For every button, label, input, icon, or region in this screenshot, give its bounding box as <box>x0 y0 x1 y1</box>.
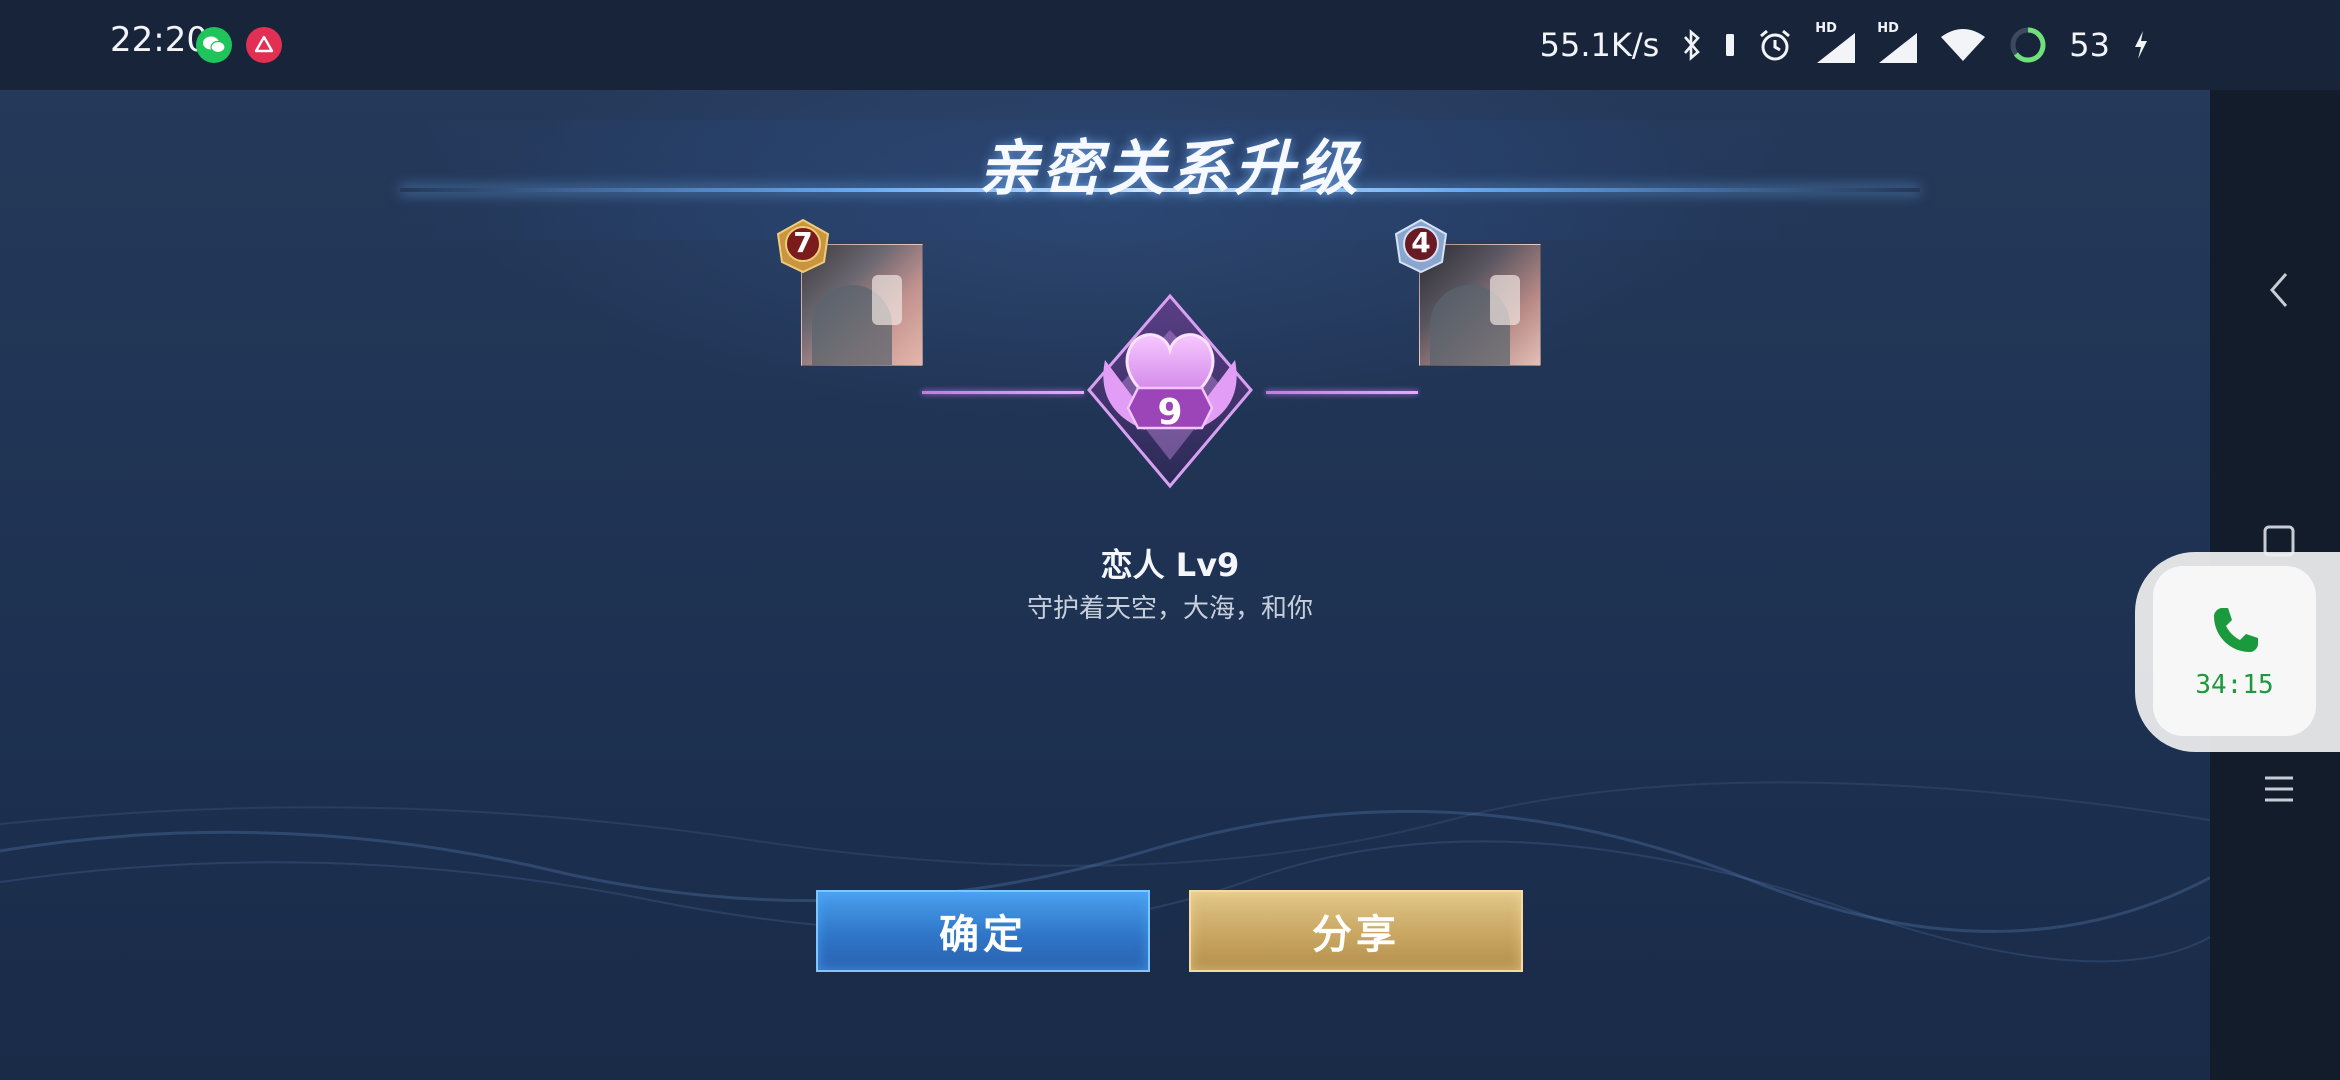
confirm-button[interactable]: 确定 <box>816 890 1150 972</box>
phone-icon[interactable] <box>2210 604 2262 656</box>
right-user-rank-badge: 4 <box>1390 218 1452 274</box>
battery-ring-icon <box>2010 27 2046 63</box>
battery-small-icon <box>1726 34 1735 56</box>
heart-emblem-icon <box>1087 293 1253 489</box>
left-connector-line <box>922 391 1084 394</box>
share-button[interactable]: 分享 <box>1189 890 1523 972</box>
call-duration: 34:15 <box>2195 670 2274 700</box>
signal-hd-icon: HD <box>1815 21 1856 65</box>
status-bar: 22:20 55.1K/s HD HD 53 <box>0 0 2340 90</box>
relation-title: 恋人 Lv9 <box>1100 546 1240 584</box>
page-title: 亲密关系升级 <box>978 134 1362 204</box>
charging-icon <box>2135 31 2147 59</box>
menu-icon[interactable] <box>2262 772 2296 806</box>
signal-hd-icon-2: HD <box>1877 21 1918 65</box>
left-user-rank-badge: 7 <box>772 218 834 274</box>
right-user-badge-number: 4 <box>1411 226 1431 259</box>
left-user-badge-number: 7 <box>793 226 813 259</box>
app-notification-icon <box>246 27 282 63</box>
wechat-icon <box>196 27 232 63</box>
wifi-icon <box>1941 29 1986 61</box>
battery-level: 53 <box>2069 26 2110 64</box>
network-speed: 55.1K/s <box>1539 26 1660 64</box>
intimacy-level-number: 9 <box>1157 392 1183 433</box>
alarm-icon <box>1760 29 1791 61</box>
right-connector-line <box>1266 391 1418 394</box>
status-time: 22:20 <box>110 20 208 60</box>
relation-subtitle: 守护着天空，大海，和你 <box>1026 594 1313 624</box>
bluetooth-icon <box>1684 29 1701 61</box>
back-icon[interactable] <box>2264 268 2294 312</box>
